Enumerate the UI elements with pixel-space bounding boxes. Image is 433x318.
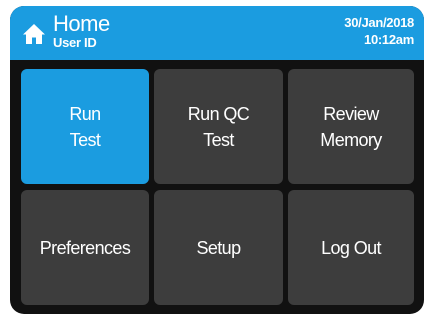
date-display: 30/Jan/2018 [344, 15, 414, 30]
user-id-label: User ID [53, 35, 97, 50]
preferences-button[interactable]: Preferences [21, 190, 149, 305]
setup-button[interactable]: Setup [154, 190, 283, 305]
review-memory-button[interactable]: Review Memory [288, 69, 414, 184]
home-icon[interactable] [22, 22, 46, 46]
device-screen: Home User ID 30/Jan/2018 10:12am Run Tes… [10, 6, 424, 314]
page-title: Home [53, 11, 110, 36]
main-menu-grid: Run Test Run QC Test Review Memory Prefe… [21, 69, 414, 305]
run-test-button[interactable]: Run Test [21, 69, 149, 184]
header-bar: Home User ID 30/Jan/2018 10:12am [10, 6, 424, 60]
run-qc-test-button[interactable]: Run QC Test [154, 69, 283, 184]
time-display: 10:12am [364, 32, 414, 47]
log-out-button[interactable]: Log Out [288, 190, 414, 305]
